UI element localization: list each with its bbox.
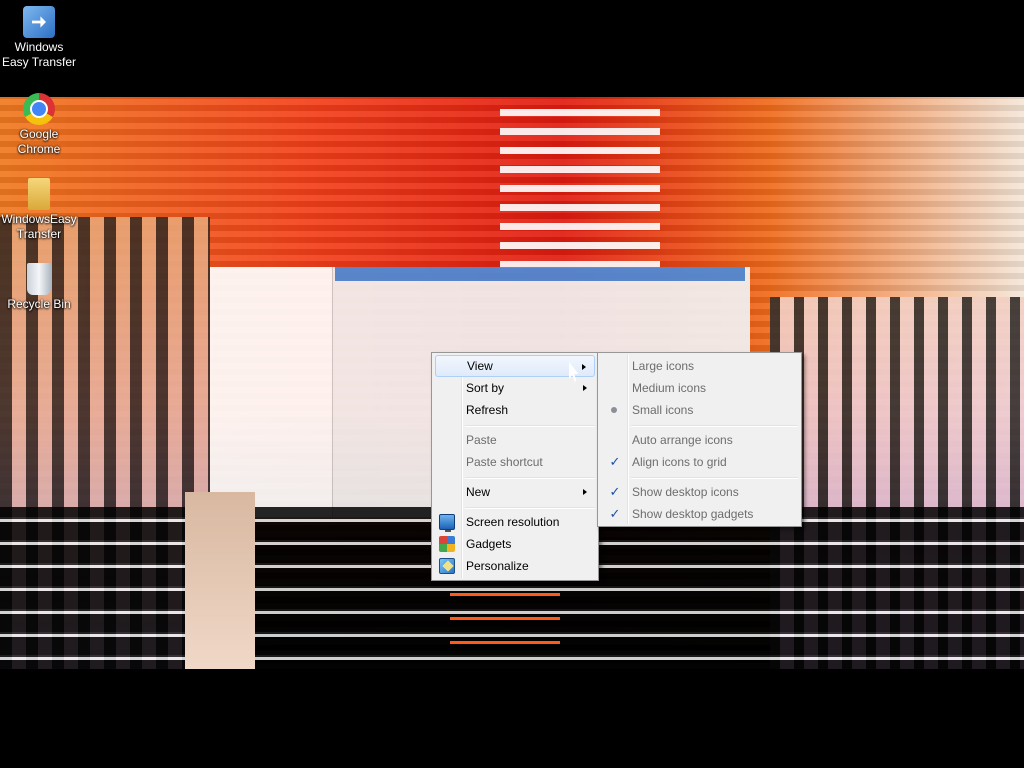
menu-item-label: Refresh <box>466 403 509 417</box>
easy-transfer-icon <box>23 6 55 38</box>
menu-item-label: Sort by <box>466 381 505 395</box>
chrome-icon <box>23 93 55 125</box>
wallpaper-orange-bars <box>450 593 560 653</box>
menu-item-refresh[interactable]: Refresh <box>435 399 595 421</box>
menu-separator <box>465 477 595 479</box>
menu-item-label: Paste <box>466 433 497 447</box>
view-submenu: Large icons Medium icons Small icons Aut… <box>597 352 802 527</box>
submenu-item-large-icons[interactable]: Large icons <box>601 355 798 377</box>
menu-item-paste-shortcut[interactable]: Paste shortcut <box>435 451 595 473</box>
desktop-icon-windows-easy-transfer[interactable]: Windows Easy Transfer <box>0 6 78 70</box>
wallpaper-window-titlebar <box>335 267 745 281</box>
screen-resolution-icon <box>439 514 455 532</box>
desktop-icon-label: Recycle Bin <box>7 297 71 311</box>
menu-item-sort-by[interactable]: Sort by <box>435 377 595 399</box>
submenu-arrow-icon <box>583 489 587 495</box>
menu-item-label: Small icons <box>632 403 694 417</box>
gadgets-icon <box>439 536 455 552</box>
personalize-icon <box>439 558 455 574</box>
menu-item-label: Show desktop icons <box>632 485 739 499</box>
submenu-item-small-icons[interactable]: Small icons <box>601 399 798 421</box>
submenu-item-show-desktop-gadgets[interactable]: ✓ Show desktop gadgets <box>601 503 798 525</box>
menu-item-label: Show desktop gadgets <box>632 507 754 521</box>
submenu-item-auto-arrange-icons[interactable]: Auto arrange icons <box>601 429 798 451</box>
desktop-icon-google-chrome[interactable]: Google Chrome <box>0 93 78 157</box>
desktop-icon-windowseasy-transfer-folder[interactable]: WindowsEasy Transfer <box>0 178 78 242</box>
menu-item-label: Large icons <box>632 359 695 373</box>
menu-item-label: View <box>467 359 493 373</box>
submenu-item-show-desktop-icons[interactable]: ✓ Show desktop icons <box>601 481 798 503</box>
desktop-context-menu: View Sort by Refresh Paste Paste shortcu… <box>431 352 599 581</box>
folder-icon <box>28 178 50 210</box>
menu-item-gadgets[interactable]: Gadgets <box>435 533 595 555</box>
desktop-icon-recycle-bin[interactable]: Recycle Bin <box>0 263 78 312</box>
menu-item-personalize[interactable]: Personalize <box>435 555 595 577</box>
menu-item-label: Screen resolution <box>466 515 560 529</box>
checkmark-icon: ✓ <box>609 484 621 499</box>
wallpaper-face-blur <box>185 492 255 669</box>
menu-item-label: Gadgets <box>466 537 512 551</box>
menu-item-label: Auto arrange icons <box>632 433 733 447</box>
radio-dot-icon <box>611 407 617 413</box>
submenu-arrow-icon <box>583 385 587 391</box>
submenu-arrow-icon <box>582 364 586 370</box>
menu-separator <box>631 425 798 427</box>
menu-item-label: Medium icons <box>632 381 707 395</box>
menu-separator <box>465 425 595 427</box>
menu-item-label: Personalize <box>466 559 529 573</box>
menu-item-label: Paste shortcut <box>466 455 543 469</box>
menu-item-paste[interactable]: Paste <box>435 429 595 451</box>
desktop-icon-label: WindowsEasy Transfer <box>1 212 77 241</box>
submenu-item-align-icons-to-grid[interactable]: ✓ Align icons to grid <box>601 451 798 473</box>
recycle-bin-icon <box>27 263 51 295</box>
desktop-icon-label: Windows Easy Transfer <box>1 40 77 69</box>
desktop-icon-label: Google Chrome <box>17 127 61 156</box>
menu-item-label: Align icons to grid <box>632 455 727 469</box>
menu-item-label: New <box>466 485 491 499</box>
menu-item-new[interactable]: New <box>435 481 595 503</box>
menu-separator <box>631 477 798 479</box>
submenu-item-medium-icons[interactable]: Medium icons <box>601 377 798 399</box>
checkmark-icon: ✓ <box>609 454 621 469</box>
menu-item-screen-resolution[interactable]: Screen resolution <box>435 511 595 533</box>
wallpaper-window-pane <box>210 267 333 517</box>
menu-separator <box>465 507 595 509</box>
wallpaper-white-bars <box>500 109 660 269</box>
checkmark-icon: ✓ <box>609 506 621 521</box>
